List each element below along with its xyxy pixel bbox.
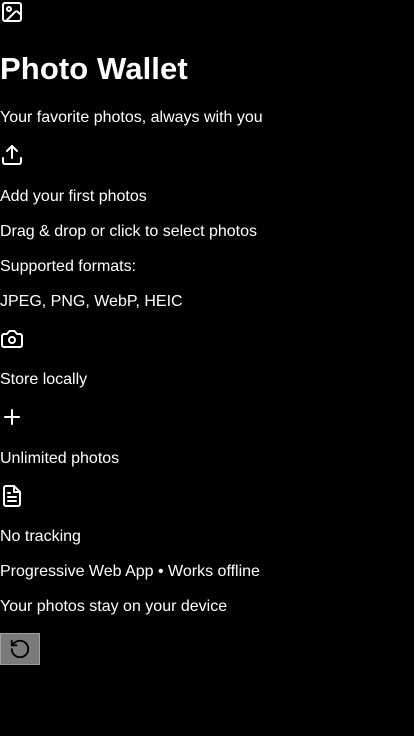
footer-pwa-note: Progressive Web App • Works offline <box>0 563 260 580</box>
upload-icon[interactable] <box>0 143 24 167</box>
footer-privacy-note: Your photos stay on your device <box>0 598 228 615</box>
app-tagline: Your favorite photos, always with you <box>0 109 263 126</box>
document-icon <box>0 484 24 508</box>
upload-hint[interactable]: Drag & drop or click to select photos <box>0 222 257 242</box>
feature-store-locally: Store locally <box>0 371 88 388</box>
reset-button[interactable] <box>0 633 40 665</box>
photo-wallet-page: Photo Wallet Your favorite photos, alway… <box>0 0 414 736</box>
image-icon <box>0 0 24 24</box>
formats-value: JPEG, PNG, WebP, HEIC <box>0 293 183 310</box>
feature-unlimited-photos: Unlimited photos <box>0 450 120 467</box>
feature-no-tracking: No tracking <box>0 528 81 545</box>
plus-icon <box>0 405 24 429</box>
formats-label: Supported formats: <box>0 258 137 275</box>
camera-icon <box>0 327 24 351</box>
app-title: Photo Wallet <box>0 51 188 86</box>
reset-icon <box>9 638 31 660</box>
upload-heading[interactable]: Add your first photos <box>0 187 147 207</box>
